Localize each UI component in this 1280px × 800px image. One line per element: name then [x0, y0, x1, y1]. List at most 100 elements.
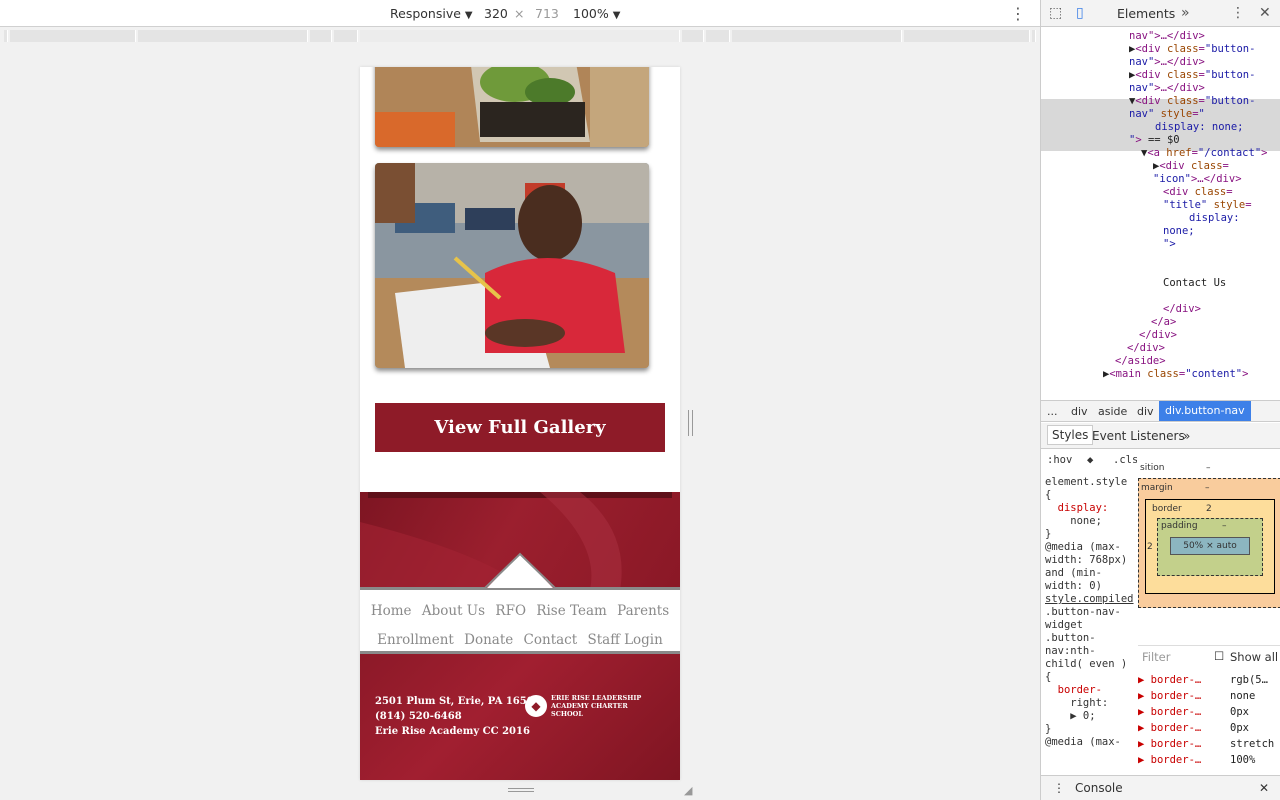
dom-tree-line[interactable]: nav">…</div>	[1129, 56, 1205, 69]
dom-tree-line[interactable]: ▶<div class="button-	[1129, 43, 1255, 56]
style-rule-line[interactable]: }	[1045, 723, 1051, 736]
media-query-bar[interactable]	[0, 28, 1040, 44]
show-all-checkbox[interactable]: ☐	[1214, 649, 1224, 663]
style-rule-line[interactable]: element.style	[1045, 476, 1127, 489]
dom-tree-line[interactable]: <div class=	[1163, 186, 1233, 199]
phone[interactable]: (814) 520-6468	[375, 709, 541, 724]
dom-tree-line[interactable]: display:	[1189, 212, 1240, 225]
padding-label: padding	[1161, 521, 1198, 531]
breadcrumb-item-active[interactable]: div.button-nav	[1159, 401, 1251, 421]
dom-tree-line[interactable]: ▶<div class="button-	[1129, 69, 1255, 82]
computed-properties[interactable]: ▶ border-… rgb(5… ▶ border-… none ▶ border-……	[1138, 672, 1280, 768]
dom-tree-line[interactable]: ▼<div class="button-	[1129, 95, 1255, 108]
inspect-element-icon[interactable]: ⬚	[1049, 5, 1062, 21]
diamond-icon[interactable]: ◆	[1087, 454, 1093, 467]
nav-link-rise-team[interactable]: Rise Team	[536, 603, 607, 619]
dom-tree-line[interactable]: ">	[1163, 238, 1176, 251]
style-rule-line[interactable]: @media (max-	[1045, 541, 1121, 554]
style-rule-line[interactable]: {	[1045, 671, 1051, 684]
viewport-resize-handle-bottom[interactable]	[508, 788, 534, 792]
dom-tree[interactable]: nav">…</div> ▶<div class="button-nav">…</…	[1041, 28, 1280, 400]
dom-tree-line[interactable]: "> == $0	[1129, 134, 1180, 147]
style-rule-line[interactable]: }	[1045, 528, 1051, 541]
computed-property-row[interactable]: ▶ border-… rgb(5…	[1138, 672, 1280, 688]
dom-tree-line[interactable]: ▶<div class=	[1153, 160, 1229, 173]
dom-tree-line[interactable]: </div>	[1127, 342, 1165, 355]
more-tabs-icon[interactable]: »	[1183, 429, 1190, 443]
device-select[interactable]: Responsive ▼	[390, 6, 473, 21]
dom-tree-line[interactable]: nav">…</div>	[1129, 82, 1205, 95]
gallery-photo-plants[interactable]	[375, 67, 649, 147]
breadcrumb-item[interactable]: div	[1137, 405, 1154, 418]
breadcrumb-item[interactable]: ...	[1047, 405, 1058, 418]
style-rule-line[interactable]: display:	[1045, 502, 1109, 515]
computed-property-row[interactable]: ▶ border-… 100%	[1138, 752, 1280, 768]
styles-pane[interactable]: :hov ◆ .cls element.style{ display: none…	[1041, 450, 1137, 775]
dom-tree-line[interactable]: </a>	[1151, 316, 1176, 329]
height-input[interactable]: 713	[535, 6, 559, 21]
dom-tree-line[interactable]: none;	[1163, 225, 1195, 238]
dom-tree-line[interactable]: ▼<a href="/contact">	[1141, 147, 1267, 160]
style-rule-line[interactable]: child( even )	[1045, 658, 1127, 671]
style-rule-line[interactable]: nav:nth-	[1045, 645, 1096, 658]
style-rule-line[interactable]: .button-nav-	[1045, 606, 1121, 619]
breadcrumb-item[interactable]: aside	[1098, 405, 1127, 418]
style-rule-line[interactable]: none;	[1045, 515, 1102, 528]
dom-tree-line[interactable]: "title" style=	[1163, 199, 1252, 212]
viewport-resize-handle-right[interactable]	[688, 410, 693, 436]
tab-elements[interactable]: Elements	[1117, 6, 1175, 21]
tab-console[interactable]: Console	[1075, 781, 1123, 795]
view-full-gallery-button[interactable]: View Full Gallery	[375, 403, 665, 452]
viewport-resize-corner[interactable]: ◢	[684, 784, 692, 797]
nav-link-enrollment[interactable]: Enrollment	[377, 632, 454, 648]
zoom-select[interactable]: 100% ▼	[573, 6, 620, 21]
style-rule-line[interactable]: @media (max-	[1045, 736, 1121, 749]
tab-event-listeners[interactable]: Event Listeners	[1092, 429, 1185, 443]
style-rule-line[interactable]: {	[1045, 489, 1051, 502]
filter-input[interactable]: Filter	[1142, 650, 1170, 664]
hov-toggle[interactable]: :hov	[1047, 454, 1072, 467]
computed-property-row[interactable]: ▶ border-… 0px	[1138, 704, 1280, 720]
nav-link-home[interactable]: Home	[371, 603, 412, 619]
dom-tree-line[interactable]: </div>	[1139, 329, 1177, 342]
close-icon[interactable]: ✕	[1259, 781, 1269, 795]
nav-link-staff-login[interactable]: Staff Login	[587, 632, 662, 648]
close-icon[interactable]: ✕	[1259, 5, 1271, 21]
nav-link-parents[interactable]: Parents	[617, 603, 669, 619]
style-rule-line[interactable]: width: 768px)	[1045, 554, 1127, 567]
nav-link-rfo[interactable]: RFO	[495, 603, 526, 619]
nav-link-donate[interactable]: Donate	[464, 632, 513, 648]
style-rule-line[interactable]: right:	[1045, 697, 1108, 710]
style-rule-line[interactable]: ▶ 0;	[1045, 710, 1095, 723]
dom-tree-line[interactable]: </div>	[1163, 303, 1201, 316]
device-toggle-icon[interactable]: ▯	[1076, 5, 1084, 21]
computed-property-row[interactable]: ▶ border-… 0px	[1138, 720, 1280, 736]
devtools-menu-icon[interactable]: ⋮	[1231, 5, 1245, 21]
width-input[interactable]: 320	[484, 6, 508, 21]
dom-tree-line[interactable]: ▶<main class="content">	[1103, 368, 1248, 381]
style-rule-line[interactable]: and (min-	[1045, 567, 1102, 580]
computed-property-row[interactable]: ▶ border-… none	[1138, 688, 1280, 704]
nav-link-contact[interactable]: Contact	[524, 632, 578, 648]
style-rule-line[interactable]: widget	[1045, 619, 1083, 632]
gallery-photo-student[interactable]	[375, 163, 649, 368]
computed-property-row[interactable]: ▶ border-… stretch	[1138, 736, 1280, 752]
dom-tree-line[interactable]: Contact Us	[1163, 277, 1226, 290]
tab-styles[interactable]: Styles	[1047, 425, 1094, 445]
dom-tree-line[interactable]: nav" style="	[1129, 108, 1205, 121]
style-rule-line[interactable]: border-	[1045, 684, 1102, 697]
dom-tree-line[interactable]: nav">…</div>	[1129, 30, 1205, 43]
style-rule-line[interactable]: .button-	[1045, 632, 1096, 645]
breadcrumb-item[interactable]: div	[1071, 405, 1088, 418]
nav-link-about-us[interactable]: About Us	[422, 603, 485, 619]
style-rule-line[interactable]: style.compiled	[1045, 593, 1134, 606]
more-options-icon[interactable]: ⋮	[1010, 4, 1026, 23]
drawer-menu-icon[interactable]: ⋮	[1053, 781, 1065, 795]
school-logo[interactable]: ◆ Erie Rise Leadership Academy Charter S…	[525, 694, 661, 718]
cls-toggle[interactable]: .cls	[1113, 454, 1137, 467]
dom-tree-line[interactable]: "icon">…</div>	[1153, 173, 1242, 186]
dom-tree-line[interactable]: </aside>	[1115, 355, 1166, 368]
style-rule-line[interactable]: width: 0)	[1045, 580, 1102, 593]
more-tabs-icon[interactable]: »	[1181, 5, 1190, 21]
dom-tree-line[interactable]: display: none;	[1155, 121, 1244, 134]
